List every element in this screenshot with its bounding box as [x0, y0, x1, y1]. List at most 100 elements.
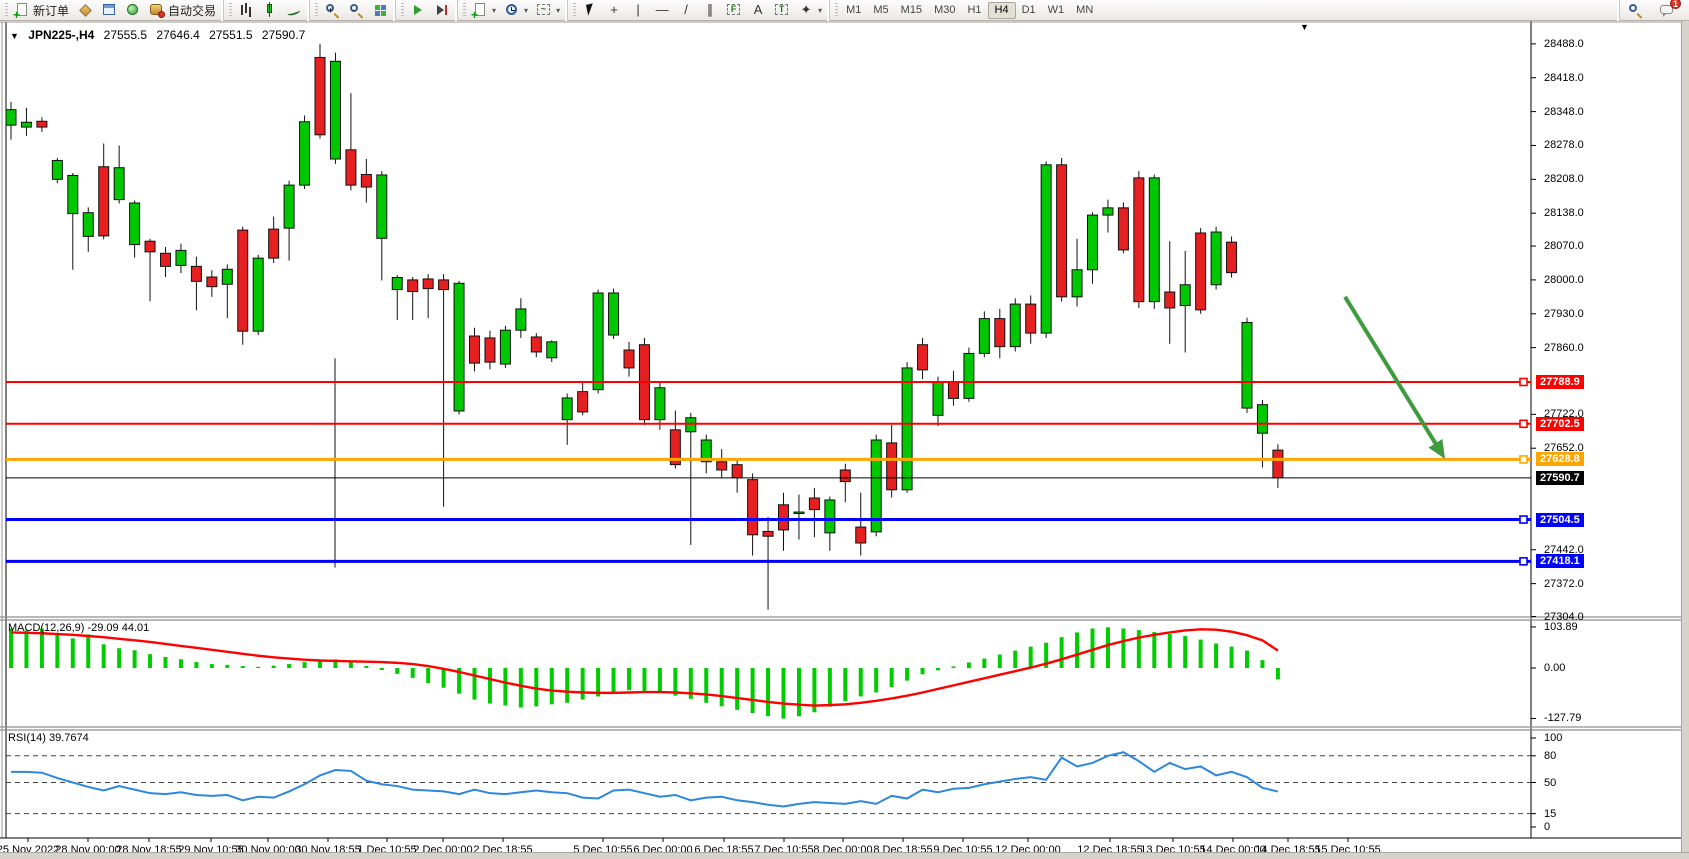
- macd-histogram-bar: [133, 650, 137, 668]
- candle-body: [6, 110, 16, 125]
- macd-histogram-bar: [1199, 640, 1203, 668]
- line-chart-button[interactable]: [282, 1, 306, 20]
- autotrading-button[interactable]: 自动交易: [145, 1, 220, 20]
- search-icon: [1627, 2, 1643, 18]
- support-line-2-handle[interactable]: [1520, 558, 1527, 565]
- y-axis-tick-label: 27372.0: [1544, 578, 1584, 590]
- candle-body: [1149, 178, 1159, 302]
- timeframe-button-m15[interactable]: M15: [895, 2, 928, 19]
- zoom-in-button[interactable]: +: [320, 1, 344, 20]
- equidistant-channel-icon: ∥: [702, 2, 718, 18]
- macd-histogram-bar: [735, 668, 739, 710]
- candle-body: [392, 277, 402, 289]
- y-axis-tick-label: 28418.0: [1544, 72, 1584, 84]
- profiles-icon: [504, 2, 520, 18]
- macd-histogram-bar: [627, 668, 631, 690]
- window-edge-bottom: [0, 852, 1689, 859]
- candle-body: [346, 150, 356, 185]
- support-line-1-price-badge: 27504.5: [1536, 513, 1584, 527]
- chart-shift-button[interactable]: [430, 1, 454, 20]
- pivot-line-handle[interactable]: [1520, 456, 1527, 463]
- macd-histogram-bar: [1168, 634, 1172, 668]
- candle-body: [1196, 233, 1206, 310]
- candle-body: [794, 512, 804, 514]
- candle-body: [1180, 285, 1190, 306]
- resistance-line-2-handle[interactable]: [1520, 420, 1527, 427]
- candle-body: [99, 167, 109, 236]
- macd-histogram-bar: [503, 668, 507, 706]
- macd-histogram-bar: [426, 668, 430, 683]
- macd-histogram-bar: [148, 654, 152, 668]
- timeframe-button-m5[interactable]: M5: [867, 2, 894, 19]
- candle-body: [609, 293, 619, 335]
- timeframe-button-w1[interactable]: W1: [1042, 2, 1071, 19]
- tile-windows-button[interactable]: [368, 1, 392, 20]
- macd-histogram-bar: [1245, 651, 1249, 668]
- price-chart-canvas[interactable]: [0, 21, 1689, 859]
- candle-body: [717, 462, 727, 470]
- fibonacci-button[interactable]: F: [722, 1, 746, 20]
- macd-histogram-bar: [164, 657, 168, 668]
- resistance-line-1-handle[interactable]: [1520, 379, 1527, 386]
- macd-histogram-bar: [380, 668, 384, 670]
- equidistant-channel-button[interactable]: ∥: [698, 1, 722, 20]
- candle-body: [1273, 450, 1283, 478]
- macd-histogram-bar: [1137, 630, 1141, 668]
- new-chart-button[interactable]: +▾: [468, 1, 500, 20]
- candle-body: [377, 175, 387, 238]
- arrows-button[interactable]: ✦▾: [794, 1, 826, 20]
- macd-histogram-bar: [194, 662, 198, 668]
- new-order-button[interactable]: +新订单: [10, 1, 73, 20]
- navigator-button[interactable]: [121, 1, 145, 20]
- macd-histogram-bar: [55, 634, 59, 668]
- vertical-line-icon: |: [630, 2, 646, 18]
- timeframe-button-mn[interactable]: MN: [1070, 2, 1099, 19]
- tile-windows-icon: [372, 2, 388, 18]
- bar-chart-button[interactable]: [234, 1, 258, 20]
- timeframe-button-m1[interactable]: M1: [840, 2, 867, 19]
- candlestick-chart-icon: [262, 2, 278, 18]
- timeframe-button-d1[interactable]: D1: [1016, 2, 1042, 19]
- zoom-out-icon: -: [348, 2, 364, 18]
- text-button[interactable]: A: [746, 1, 770, 20]
- macd-histogram-bar: [1260, 660, 1264, 668]
- data-window-button[interactable]: [97, 1, 121, 20]
- timeframe-button-h4[interactable]: H4: [988, 2, 1016, 19]
- chart-window[interactable]: ▼ JPN225-,H4 27555.5 27646.4 27551.5 275…: [0, 21, 1689, 859]
- profiles-button[interactable]: ▾: [500, 1, 532, 20]
- search-button[interactable]: [1623, 1, 1647, 20]
- chart-shift-marker[interactable]: ▼: [1300, 22, 1309, 32]
- macd-histogram-bar: [411, 668, 415, 678]
- macd-histogram-bar: [442, 668, 446, 688]
- chat-icon: 1: [1659, 2, 1675, 18]
- candle-body: [825, 500, 835, 533]
- timeframe-button-m30[interactable]: M30: [928, 2, 961, 19]
- market-watch-button[interactable]: [73, 1, 97, 20]
- support-line-1-handle[interactable]: [1520, 516, 1527, 523]
- macd-histogram-bar: [720, 668, 724, 706]
- candle-body: [207, 277, 217, 287]
- macd-histogram-bar: [1121, 629, 1125, 669]
- cursor-button[interactable]: [578, 1, 602, 20]
- crosshair-button[interactable]: +: [602, 1, 626, 20]
- candlestick-chart-button[interactable]: [258, 1, 282, 20]
- indicators-button[interactable]: ~▾: [532, 1, 564, 20]
- auto-scroll-button[interactable]: [406, 1, 430, 20]
- timeframe-button-h1[interactable]: H1: [961, 2, 987, 19]
- text-label-button[interactable]: T: [770, 1, 794, 20]
- collapse-quote-icon[interactable]: ▼: [10, 31, 19, 41]
- macd-histogram-bar: [519, 668, 523, 708]
- candle-body: [330, 61, 340, 159]
- rsi-line: [11, 752, 1278, 806]
- candle-body: [315, 57, 325, 134]
- market-watch-icon: [77, 2, 93, 18]
- macd-histogram-bar: [1276, 668, 1280, 679]
- macd-axis-tick-label: 103.89: [1544, 621, 1578, 633]
- y-axis-tick-label: 28000.0: [1544, 274, 1584, 286]
- candle-body: [145, 241, 155, 252]
- chat-button[interactable]: 1: [1655, 1, 1679, 20]
- zoom-out-button[interactable]: -: [344, 1, 368, 20]
- trendline-button[interactable]: /: [674, 1, 698, 20]
- vertical-line-button[interactable]: |: [626, 1, 650, 20]
- horizontal-line-button[interactable]: —: [650, 1, 674, 20]
